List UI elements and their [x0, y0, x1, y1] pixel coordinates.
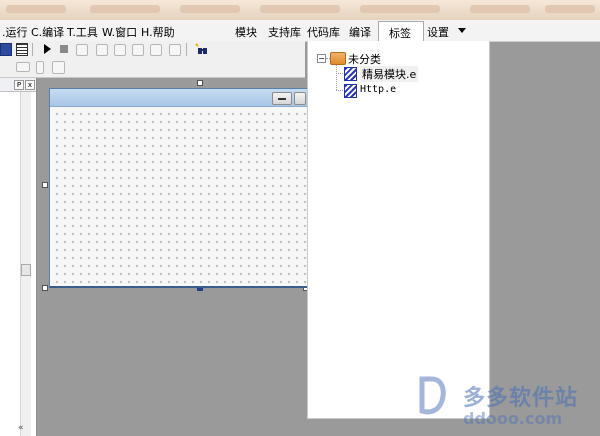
blurred-tab — [180, 5, 240, 13]
close-button[interactable]: x — [25, 80, 35, 90]
menu-compile[interactable]: C.编译 — [31, 24, 64, 40]
step-over-icon[interactable] — [114, 44, 126, 56]
tab-settings[interactable]: 设置 — [427, 24, 449, 40]
design-form-window[interactable] — [49, 88, 309, 288]
form-design-grid[interactable] — [50, 107, 308, 286]
toolbar-separator — [32, 43, 33, 56]
collapse-icon[interactable]: « — [18, 423, 24, 433]
blurred-tab — [6, 5, 66, 13]
align-icon[interactable] — [16, 62, 30, 72]
folder-icon — [330, 52, 346, 65]
maximize-button[interactable] — [294, 92, 306, 105]
find-icon[interactable] — [194, 42, 208, 56]
menu-window[interactable]: W.窗口 — [102, 24, 137, 40]
blurred-tab — [470, 5, 530, 13]
distribute-icon[interactable] — [36, 61, 44, 74]
left-panel-header: P x — [0, 78, 36, 92]
run-to-cursor-icon[interactable] — [150, 44, 162, 56]
tree-connector — [336, 90, 343, 91]
tree-connector — [336, 73, 343, 74]
step-out-icon[interactable] — [132, 44, 144, 56]
table-view-icon[interactable] — [16, 43, 28, 56]
tab-support-libs[interactable]: 支持库 — [268, 24, 301, 40]
menu-help[interactable]: H.帮助 — [141, 24, 175, 40]
blurred-tab — [545, 5, 595, 13]
tree-collapse-toggle[interactable]: − — [317, 54, 326, 63]
blurred-tab — [90, 5, 160, 13]
form-title-bar[interactable] — [50, 89, 308, 107]
grid-view-icon[interactable] — [0, 43, 12, 56]
toolbar-separator — [186, 43, 187, 56]
module-tree-panel: − 未分类 精易模块.e Http.e — [307, 41, 490, 419]
tree-root-label[interactable]: 未分类 — [348, 51, 381, 67]
tab-labels[interactable]: 标签 — [378, 21, 424, 41]
toolbar-primary — [0, 41, 305, 59]
tree-item-http[interactable]: Http.e — [360, 84, 396, 95]
resize-handle-bottom-left[interactable] — [42, 285, 48, 291]
scrollbar-thumb[interactable] — [21, 264, 31, 276]
resize-handle-left[interactable] — [42, 182, 48, 188]
watermark-url: ddooo.com — [463, 409, 563, 428]
module-file-icon — [344, 84, 357, 98]
tab-labels-text: 标签 — [389, 27, 411, 40]
step-into-icon[interactable] — [96, 44, 108, 56]
minimize-button[interactable] — [272, 92, 292, 105]
tree-connector — [336, 65, 337, 90]
menu-tools[interactable]: T.工具 — [67, 24, 98, 40]
left-dock-panel: P x « — [0, 78, 37, 436]
step-icon[interactable] — [76, 44, 88, 56]
watermark-title: 多多软件站 — [463, 386, 579, 411]
module-file-icon — [344, 67, 357, 81]
blurred-tab — [260, 5, 340, 13]
pin-button[interactable]: P — [14, 80, 24, 90]
left-panel-scrollbar[interactable] — [20, 92, 31, 436]
title-strip — [0, 0, 600, 20]
toolbar-secondary — [0, 58, 305, 78]
blurred-tab — [360, 5, 440, 13]
resize-handle-top[interactable] — [197, 80, 203, 86]
tab-modules[interactable]: 模块 — [235, 24, 257, 40]
tab-code-lib[interactable]: 代码库 — [307, 24, 340, 40]
tab-compile[interactable]: 编译 — [349, 24, 371, 40]
stop-icon[interactable] — [60, 45, 68, 53]
minimize-icon — [278, 98, 286, 100]
menu-run[interactable]: .运行 — [2, 24, 28, 40]
run-icon[interactable] — [41, 43, 53, 55]
watermark-logo-icon — [419, 376, 446, 415]
hand-icon[interactable] — [169, 44, 181, 56]
settings-dropdown-icon[interactable] — [458, 28, 466, 33]
tree-item-jingyi[interactable]: 精易模块.e — [360, 66, 419, 82]
center-icon[interactable] — [52, 61, 65, 74]
menu-bar: .运行 C.编译 T.工具 W.窗口 H.帮助 模块 支持库 代码库 编译 — [0, 20, 600, 42]
